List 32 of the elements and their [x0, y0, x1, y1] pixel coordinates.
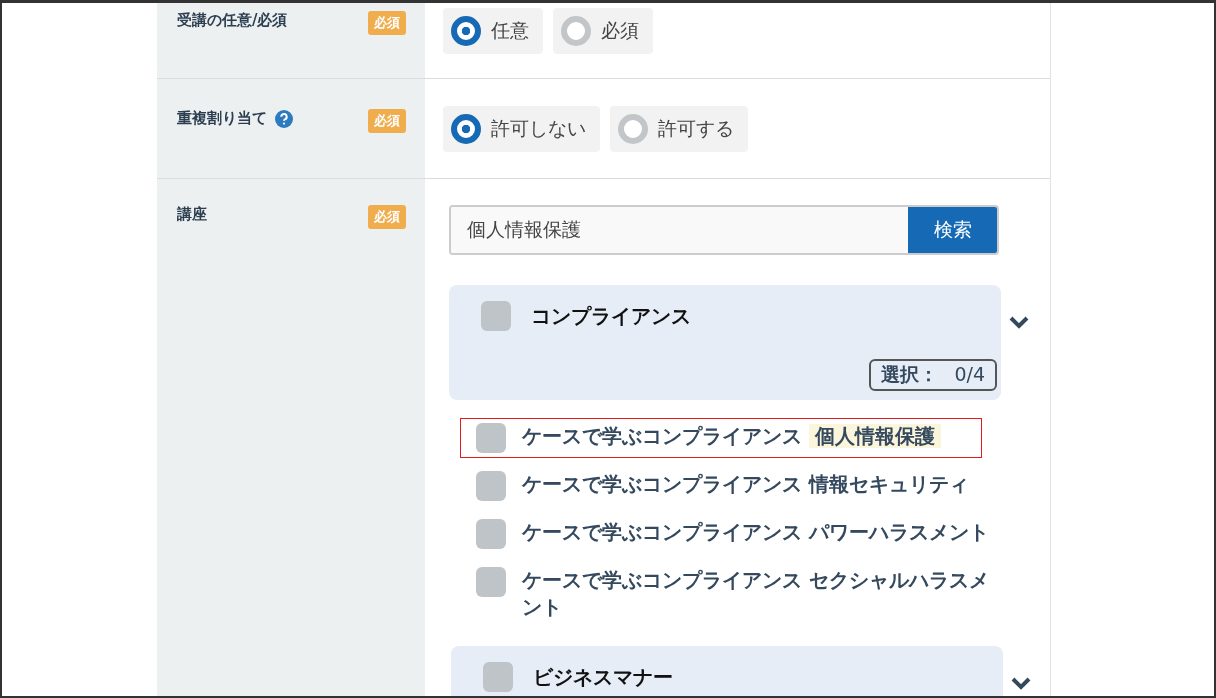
checkbox[interactable]: [483, 662, 513, 692]
field-label: 重複割り当て: [177, 109, 267, 128]
radio-button[interactable]: [451, 16, 481, 46]
checkbox[interactable]: [476, 567, 506, 597]
course-name: ケースで学ぶコンプライアンス セクシャルハラスメント: [522, 567, 990, 621]
category-name: コンプライアンス: [531, 302, 691, 330]
radio-button[interactable]: [451, 114, 481, 144]
course-name: ケースで学ぶコンプライアンス 個人情報保護: [522, 423, 941, 450]
radio-option[interactable]: 許可する: [610, 106, 748, 152]
radio-button[interactable]: [618, 114, 648, 144]
help-icon[interactable]: [275, 109, 293, 128]
search-button[interactable]: 検索: [908, 207, 997, 253]
chevron-down-icon[interactable]: [1011, 676, 1031, 690]
checkbox[interactable]: [481, 301, 511, 331]
required-badge: 必須: [368, 11, 406, 35]
radio-button[interactable]: [561, 16, 591, 46]
selection-counter: 選択： 0/4: [869, 359, 997, 391]
course-name: ケースで学ぶコンプライアンス 情報セキュリティ: [522, 471, 969, 498]
checkbox[interactable]: [476, 519, 506, 549]
course-name: ケースで学ぶコンプライアンス パワーハラスメント: [522, 519, 989, 546]
chevron-down-icon[interactable]: [1009, 315, 1029, 329]
radio-option[interactable]: 必須: [553, 8, 653, 54]
field-label: 受講の任意/必須: [177, 11, 288, 30]
checkbox[interactable]: [476, 423, 506, 453]
checkbox[interactable]: [476, 471, 506, 501]
radio-option[interactable]: 許可しない: [443, 106, 600, 152]
radio-option[interactable]: 任意: [443, 8, 543, 54]
category-name: ビジネスマナー: [533, 663, 673, 691]
search-field[interactable]: 個人情報保護 検索: [449, 205, 999, 255]
field-label: 講座: [177, 205, 207, 224]
required-badge: 必須: [368, 109, 406, 133]
required-badge: 必須: [368, 205, 406, 229]
